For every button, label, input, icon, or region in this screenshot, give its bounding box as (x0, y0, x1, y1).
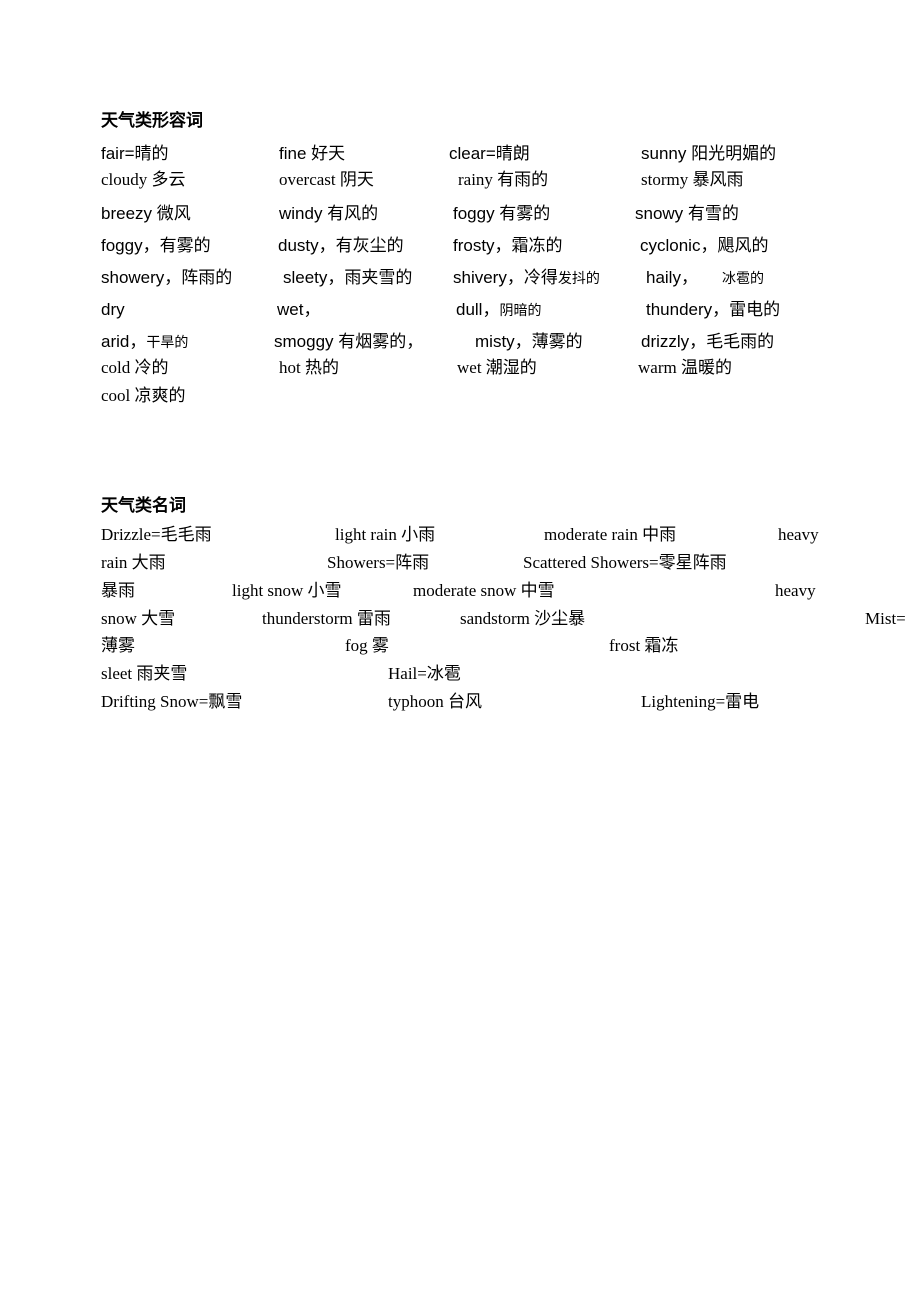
word-suffix: 阴暗的 (499, 302, 542, 318)
word-suffix: 干旱的 (146, 334, 189, 350)
word-entry: thunderstorm 雷雨 (262, 609, 391, 628)
word-entry: foggy，有雾的 (101, 236, 211, 255)
word-entry: arid，干旱的 (101, 333, 188, 350)
word-entry: Hail=冰雹 (388, 664, 461, 683)
word-entry: stormy 暴风雨 (641, 170, 744, 189)
nouns-heading: 天气类名词 (101, 496, 186, 516)
word-entry: heavy (775, 581, 816, 600)
word-main: shivery，冷得 (453, 268, 558, 287)
word-entry: fog 雾 (345, 636, 389, 655)
word-entry: foggy 有雾的 (453, 204, 551, 223)
word-entry: windy 有风的 (279, 204, 379, 223)
word-entry: haily， (646, 268, 698, 287)
word-entry: Showers=阵雨 (327, 553, 430, 572)
word-entry: thundery，雷电的 (646, 300, 781, 319)
word-entry: wet 潮湿的 (457, 358, 537, 377)
word-entry: breezy 微风 (101, 204, 191, 223)
word-entry: sandstorm 沙尘暴 (460, 609, 586, 628)
word-entry: wet， (277, 300, 321, 319)
word-entry: Scattered Showers=零星阵雨 (523, 553, 727, 572)
word-entry: rainy 有雨的 (458, 170, 549, 189)
word-main: dull， (456, 300, 500, 319)
word-entry: fine 好天 (279, 144, 346, 163)
word-entry: cyclonic，飓风的 (640, 236, 769, 255)
word-entry: light snow 小雪 (232, 581, 342, 600)
word-entry: Mist= (865, 609, 906, 628)
word-entry: cloudy 多云 (101, 170, 186, 189)
word-entry: misty，薄雾的 (475, 332, 583, 351)
word-entry: snowy 有雪的 (635, 204, 739, 223)
word-entry: frosty，霜冻的 (453, 236, 563, 255)
word-entry: Drizzle=毛毛雨 (101, 525, 212, 544)
word-entry: cold 冷的 (101, 358, 169, 377)
word-entry: typhoon 台风 (388, 692, 482, 711)
word-entry: drizzly，毛毛雨的 (641, 332, 775, 351)
word-entry: overcast 阴天 (279, 170, 374, 189)
word-entry: frost 霜冻 (609, 636, 679, 655)
word-suffix: 发抖的 (557, 270, 600, 286)
word-main: arid， (101, 332, 147, 351)
word-entry: dry (101, 300, 125, 319)
word-entry: snow 大雪 (101, 609, 176, 628)
word-entry: warm 温暖的 (638, 358, 732, 377)
word-entry: sleet 雨夹雪 (101, 664, 188, 683)
word-entry: dull，阴暗的 (456, 301, 541, 318)
word-entry: showery，阵雨的 (101, 268, 233, 287)
word-entry: hot 热的 (279, 358, 339, 377)
word-entry: heavy (778, 525, 819, 544)
adjectives-heading: 天气类形容词 (101, 111, 203, 131)
word-entry: 薄雾 (101, 636, 135, 655)
word-entry: Drifting Snow=飘雪 (101, 692, 243, 711)
word-suffix: 冰雹的 (722, 270, 764, 286)
word-entry: Lightening=雷电 (641, 692, 760, 711)
word-entry: dusty，有灰尘的 (278, 236, 404, 255)
word-entry: light rain 小雨 (335, 525, 436, 544)
word-entry: clear=晴朗 (449, 144, 530, 163)
document-page: 天气类形容词 fair=晴的 fine 好天 clear=晴朗 sunny 阳光… (0, 0, 920, 1300)
word-entry: moderate rain 中雨 (544, 525, 677, 544)
word-entry: smoggy 有烟雾的， (274, 332, 424, 351)
word-entry: sunny 阳光明媚的 (641, 144, 777, 163)
word-entry: 暴雨 (101, 581, 135, 600)
word-entry: sleety，雨夹雪的 (283, 268, 413, 287)
word-entry: cool 凉爽的 (101, 386, 186, 405)
word-entry: fair=晴的 (101, 144, 169, 163)
word-entry: moderate snow 中雪 (413, 581, 555, 600)
word-entry: shivery，冷得发抖的 (453, 269, 600, 286)
word-entry: rain 大雨 (101, 553, 166, 572)
